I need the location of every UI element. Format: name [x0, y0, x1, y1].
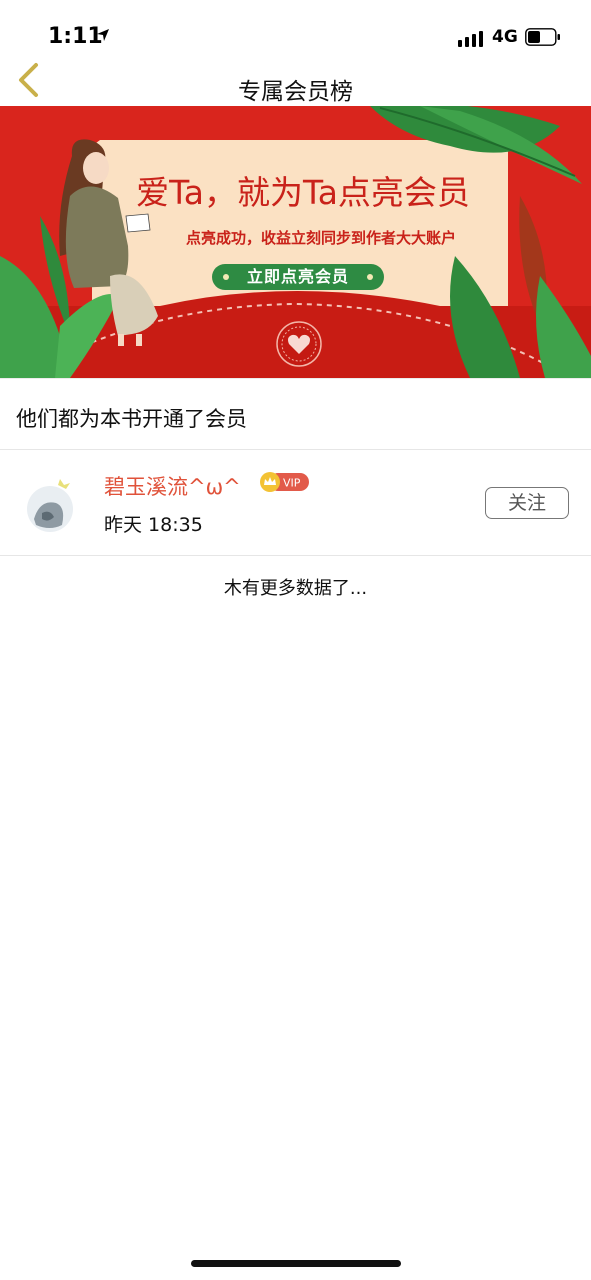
avatar[interactable] — [22, 475, 78, 533]
battery-icon — [525, 28, 560, 46]
heart-seal-icon — [276, 321, 322, 367]
location-arrow-icon — [97, 29, 109, 41]
section-title: 他们都为本书开通了会员 — [16, 407, 247, 431]
nav-bar: 专属会员榜 — [0, 62, 591, 106]
member-row[interactable]: 碧玉溪流^ω^ VIP 昨天 18:35 关注 — [0, 449, 591, 556]
vip-badge: VIP — [260, 472, 309, 492]
vip-badge-label: VIP — [283, 477, 301, 490]
signal-dots-icon — [458, 31, 483, 47]
status-bar: 1:11 4G — [0, 0, 591, 62]
banner-cta-button[interactable]: 立即点亮会员 — [212, 264, 384, 290]
member-name[interactable]: 碧玉溪流^ω^ — [104, 471, 241, 501]
no-more-data-text: 木有更多数据了... — [223, 578, 368, 599]
member-join-time: 昨天 18:35 — [104, 514, 203, 536]
status-time: 1:11 — [48, 24, 103, 49]
home-indicator[interactable] — [191, 1260, 401, 1267]
page-title: 专属会员榜 — [238, 79, 353, 105]
banner-subline: 点亮成功，收益立刻同步到作者大大账户 — [185, 229, 456, 247]
follow-button[interactable]: 关注 — [485, 487, 569, 519]
section-header: 他们都为本书开通了会员 — [0, 378, 591, 450]
promo-banner[interactable]: 爱Ta，就为Ta点亮会员 点亮成功，收益立刻同步到作者大大账户 立即点亮会员 — [0, 106, 591, 378]
network-type: 4G — [492, 27, 518, 47]
banner-headline: 爱Ta，就为Ta点亮会员 — [136, 173, 470, 212]
